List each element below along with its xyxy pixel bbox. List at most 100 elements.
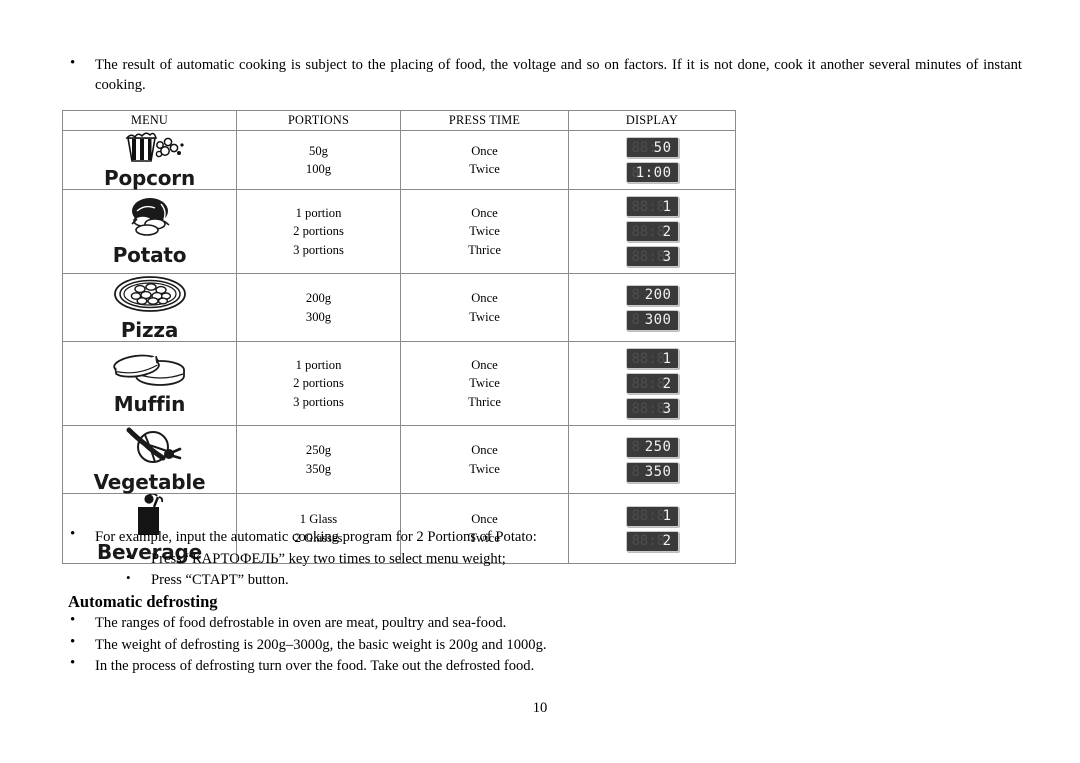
press-time-line: Once — [471, 291, 498, 306]
lcd-value: 50 — [653, 139, 672, 156]
press-time-line: Twice — [469, 376, 500, 391]
press-time-line: Once — [471, 512, 498, 527]
column-header-menu: MENU — [62, 110, 237, 131]
defrosting-item: • In the process of defrosting turn over … — [70, 656, 770, 678]
press-time-line: Twice — [469, 461, 500, 476]
menu-cell-pizza: Pizza — [62, 273, 237, 342]
display-cell: 8 250 8 350 — [568, 425, 736, 494]
portion-line: 2 portions — [293, 224, 344, 239]
press-time-cell: Once Twice — [400, 130, 569, 190]
menu-label: Pizza — [120, 318, 179, 342]
portion-line: 3 portions — [293, 242, 344, 257]
vegetable-icon — [115, 426, 185, 471]
lcd-ghost-segments: 88:8 — [631, 400, 666, 417]
lcd-value: 2 — [662, 223, 672, 240]
lcd-ghost-segments: 8 — [631, 464, 640, 480]
lcd-value: 1 — [662, 198, 672, 215]
press-time-line: Once — [471, 143, 498, 158]
bullet-icon: • — [70, 633, 76, 650]
intro-text: The result of automatic cooking is subje… — [95, 57, 1022, 93]
display-cell: 88:8 1 88:8 2 88:8 3 — [568, 341, 736, 426]
portion-line: 1 portion — [295, 206, 342, 221]
press-time-line: Twice — [469, 309, 500, 324]
lcd-display-panel: 88:8 1 — [625, 505, 679, 527]
table-row: Pizza 200g 300g Once Twice 8 200 8 300 — [62, 273, 736, 342]
press-time-cell: Once Twice — [400, 425, 569, 494]
popcorn-icon — [108, 132, 192, 167]
potato-icon — [117, 197, 183, 244]
lcd-display-panel: 88:8 1 — [625, 348, 679, 369]
press-time-line: Once — [471, 443, 498, 458]
lcd-display-panel: 8 250 — [625, 436, 679, 458]
press-time-line: Thrice — [468, 394, 501, 409]
example-step-text: Press “КАРТОФЕЛЬ” key two times to selec… — [151, 551, 506, 567]
lcd-ghost-segments: 88:8 — [631, 198, 666, 215]
column-header-portions: PORTIONS — [236, 110, 401, 131]
lcd-ghost-segments: 88:8 — [631, 375, 666, 392]
table-row: Vegetable 250g 350g Once Twice 8 250 8 350 — [62, 425, 736, 494]
defrosting-item-text: The ranges of food defrostable in oven a… — [95, 615, 507, 631]
press-time-line: Once — [471, 358, 498, 373]
lcd-value: 200 — [644, 287, 672, 303]
display-cell: 88:8 1 88:8 2 88:8 3 — [568, 189, 736, 274]
press-time-line: Twice — [469, 162, 500, 176]
lcd-display-panel: 8 1:00 — [625, 162, 679, 183]
section-title-automatic-defrosting: Automatic defrosting — [68, 592, 218, 611]
lcd-ghost-segments: 88:8 — [631, 248, 666, 265]
pizza-icon — [112, 274, 188, 319]
portion-line: 100g — [305, 162, 332, 176]
lcd-display-panel: 8 300 — [625, 309, 679, 331]
lcd-value: 300 — [644, 312, 672, 328]
menu-label: Vegetable — [93, 470, 206, 494]
popcorn-icon-svg — [124, 132, 184, 162]
defrosting-item: • The ranges of food defrostable in oven … — [70, 613, 770, 635]
portion-line: 300g — [305, 309, 332, 324]
lcd-display-panel: 88:8 1 — [625, 196, 679, 217]
press-time-cell: Once Twice Thrice — [400, 341, 569, 426]
portions-cell: 1 portion 2 portions 3 portions — [236, 189, 401, 274]
portion-line: 350g — [305, 461, 332, 476]
page-number: 10 — [532, 700, 548, 716]
press-time-line: Twice — [469, 224, 500, 239]
potato-icon-svg — [130, 198, 169, 236]
auto-cook-menu-table: MENU PORTIONS PRESS TIME DISPLAY Popcorn… — [62, 110, 736, 564]
lcd-display-panel: 88: 50 — [625, 137, 679, 158]
defrosting-item-text: In the process of defrosting turn over t… — [95, 658, 535, 674]
portion-line: 50g — [309, 143, 328, 158]
press-time-cell: Once Twice Thrice — [400, 189, 569, 274]
portion-line: 250g — [305, 443, 332, 458]
lcd-value: 2 — [662, 533, 672, 549]
menu-cell-potato: Potato — [62, 189, 237, 274]
example-step-text: Press “СТАРТ” button. — [151, 572, 289, 588]
lcd-value: 250 — [644, 439, 672, 455]
muffin-icon-svg — [112, 354, 185, 386]
table-row: Muffin 1 portion 2 portions 3 portions Once T… — [62, 341, 736, 426]
muffin-icon — [108, 352, 192, 393]
lcd-ghost-segments: 88:8 — [631, 223, 666, 240]
menu-label: Popcorn — [103, 165, 195, 190]
display-cell: 8 200 8 300 — [568, 273, 736, 342]
lcd-display-panel: 88:8 2 — [625, 373, 679, 394]
example-step: • Press “КАРТОФЕЛЬ” key two times to sele… — [70, 549, 770, 570]
lcd-value: 1 — [662, 508, 672, 524]
lcd-value: 350 — [644, 464, 672, 480]
document-page: • The result of automatic cooking is sub… — [0, 0, 1080, 763]
menu-label: Muffin — [113, 392, 186, 416]
bullet-icon: • — [126, 549, 131, 564]
portion-line: 3 portions — [293, 394, 344, 409]
portion-line: 1 Glass — [299, 512, 338, 527]
defrosting-item: • The weight of defrosting is 200g–3000g,… — [70, 633, 770, 657]
portions-cell: 200g 300g — [236, 273, 401, 342]
column-header-press-time: PRESS TIME — [400, 110, 569, 131]
lcd-ghost-segments: 8 — [631, 287, 640, 303]
menu-label: Potato — [112, 243, 187, 267]
lcd-value: 1:00 — [635, 164, 672, 181]
bullet-icon: • — [70, 55, 76, 71]
lcd-display-panel: 8 350 — [625, 461, 679, 483]
menu-cell-vegetable: Vegetable — [62, 425, 237, 494]
lcd-ghost-segments: 8 — [631, 312, 640, 328]
example-step: • Press “СТАРТ” button. — [70, 570, 770, 591]
column-header-display: DISPLAY — [568, 110, 736, 131]
vegetable-icon-svg — [126, 427, 181, 463]
press-time-line: Thrice — [468, 242, 501, 257]
